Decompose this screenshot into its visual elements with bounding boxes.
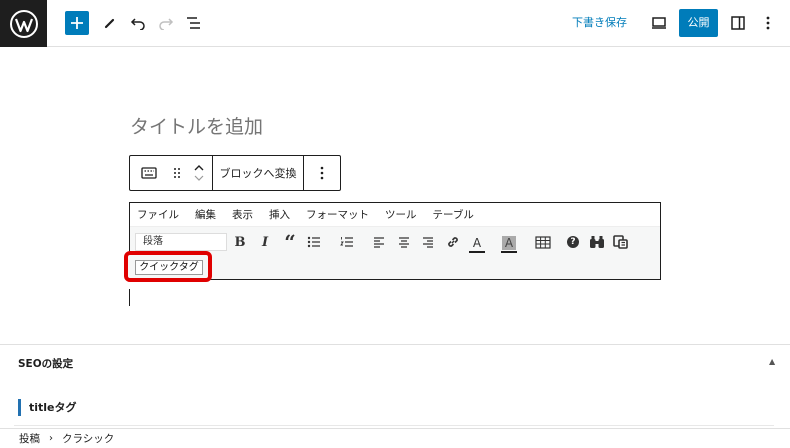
- pencil-icon: [104, 18, 115, 29]
- align-right-icon: [423, 237, 433, 248]
- undo-icon: [130, 18, 145, 30]
- block-type-button[interactable]: [130, 156, 168, 190]
- link-icon: [448, 237, 458, 247]
- align-center-icon: [399, 237, 409, 248]
- link-button[interactable]: [444, 233, 462, 251]
- preview-button[interactable]: [647, 11, 671, 35]
- add-block-button[interactable]: [65, 11, 89, 35]
- paste-special-icon: [613, 235, 628, 249]
- breadcrumb-item-post[interactable]: 投稿: [19, 431, 40, 446]
- background-color-button[interactable]: A: [500, 233, 518, 255]
- title-tag-heading: titleタグ: [18, 399, 77, 416]
- text-color-glyph: A: [472, 235, 482, 250]
- meta-divider: [14, 425, 774, 426]
- align-center-button[interactable]: [395, 233, 413, 251]
- menu-tools[interactable]: ツール: [385, 207, 417, 222]
- align-left-button[interactable]: [370, 233, 388, 251]
- menu-edit[interactable]: 編集: [195, 207, 216, 222]
- redo-icon: [159, 18, 174, 30]
- drag-handle-icon: [174, 168, 180, 178]
- menu-view[interactable]: 表示: [232, 207, 253, 222]
- move-down-icon[interactable]: [193, 174, 205, 182]
- menu-insert[interactable]: 挿入: [269, 207, 290, 222]
- bullet-list-icon: [307, 236, 320, 248]
- list-view-button[interactable]: [182, 11, 206, 35]
- meta-box-title[interactable]: SEOの設定: [18, 356, 73, 371]
- transform-to-blocks-button[interactable]: ブロックへ変換: [213, 156, 303, 190]
- menu-format[interactable]: フォーマット: [306, 207, 369, 222]
- wordpress-logo[interactable]: [0, 0, 47, 47]
- save-draft-button[interactable]: 下書き保存: [572, 13, 627, 33]
- find-icon: [590, 236, 604, 248]
- table-button[interactable]: [534, 233, 552, 251]
- text-color-button[interactable]: A: [468, 233, 486, 255]
- background-color-glyph: A: [501, 235, 517, 250]
- menu-file[interactable]: ファイル: [137, 207, 179, 222]
- publish-button[interactable]: 公開: [679, 9, 718, 37]
- numbered-list-button[interactable]: [338, 233, 356, 251]
- quicktag-button[interactable]: クイックタグ: [135, 260, 203, 275]
- settings-sidebar-button[interactable]: [726, 11, 750, 35]
- text-cursor: [129, 289, 130, 306]
- numbered-list-icon: [340, 237, 353, 247]
- align-right-button[interactable]: [419, 233, 437, 251]
- list-view-icon: [187, 17, 200, 29]
- desktop-preview-icon: [652, 17, 666, 29]
- more-vertical-icon: [766, 16, 770, 30]
- keyboard-icon: [141, 167, 157, 179]
- drag-handle[interactable]: [168, 156, 186, 190]
- settings-sidebar-icon: [731, 16, 745, 30]
- help-icon: ?: [567, 236, 579, 248]
- plus-icon: [71, 17, 83, 29]
- block-options-button[interactable]: [304, 156, 340, 190]
- paste-special-button[interactable]: [612, 233, 630, 251]
- background-color-swatch: [501, 250, 517, 253]
- tools-button[interactable]: [98, 11, 122, 35]
- undo-button[interactable]: [126, 11, 150, 35]
- italic-button[interactable]: I: [256, 233, 274, 251]
- help-button[interactable]: ?: [564, 233, 582, 251]
- find-button[interactable]: [588, 233, 606, 251]
- wordpress-logo-icon: [9, 9, 38, 38]
- menu-table[interactable]: テーブル: [433, 207, 474, 222]
- block-breadcrumb: 投稿 › クラシック: [0, 428, 790, 448]
- bold-button[interactable]: B: [231, 233, 249, 251]
- collapse-arrow-icon[interactable]: ▲: [769, 357, 775, 366]
- breadcrumb-separator: ›: [49, 433, 53, 444]
- more-options-icon: [320, 166, 324, 180]
- options-menu-button[interactable]: [756, 11, 780, 35]
- breadcrumb-item-classic[interactable]: クラシック: [62, 431, 114, 446]
- post-title-input[interactable]: タイトルを追加: [130, 112, 263, 139]
- move-up-icon[interactable]: [193, 164, 205, 172]
- table-icon: [535, 235, 551, 249]
- classic-menubar: ファイル 編集 表示 挿入 フォーマット ツール テーブル: [130, 203, 660, 227]
- blockquote-button[interactable]: “: [281, 230, 299, 254]
- align-left-icon: [374, 237, 384, 248]
- quicktag-highlight: クイックタグ: [124, 251, 212, 282]
- editor-header: 下書き保存 公開: [0, 0, 790, 47]
- seo-meta-box: SEOの設定 ▲ titleタグ: [0, 344, 790, 426]
- format-select[interactable]: 段落: [135, 233, 227, 251]
- text-color-swatch: [469, 250, 485, 253]
- block-toolbar: ブロックへ変換: [129, 155, 341, 191]
- redo-button[interactable]: [154, 11, 178, 35]
- block-mover: [186, 156, 212, 190]
- bullet-list-button[interactable]: [305, 233, 323, 251]
